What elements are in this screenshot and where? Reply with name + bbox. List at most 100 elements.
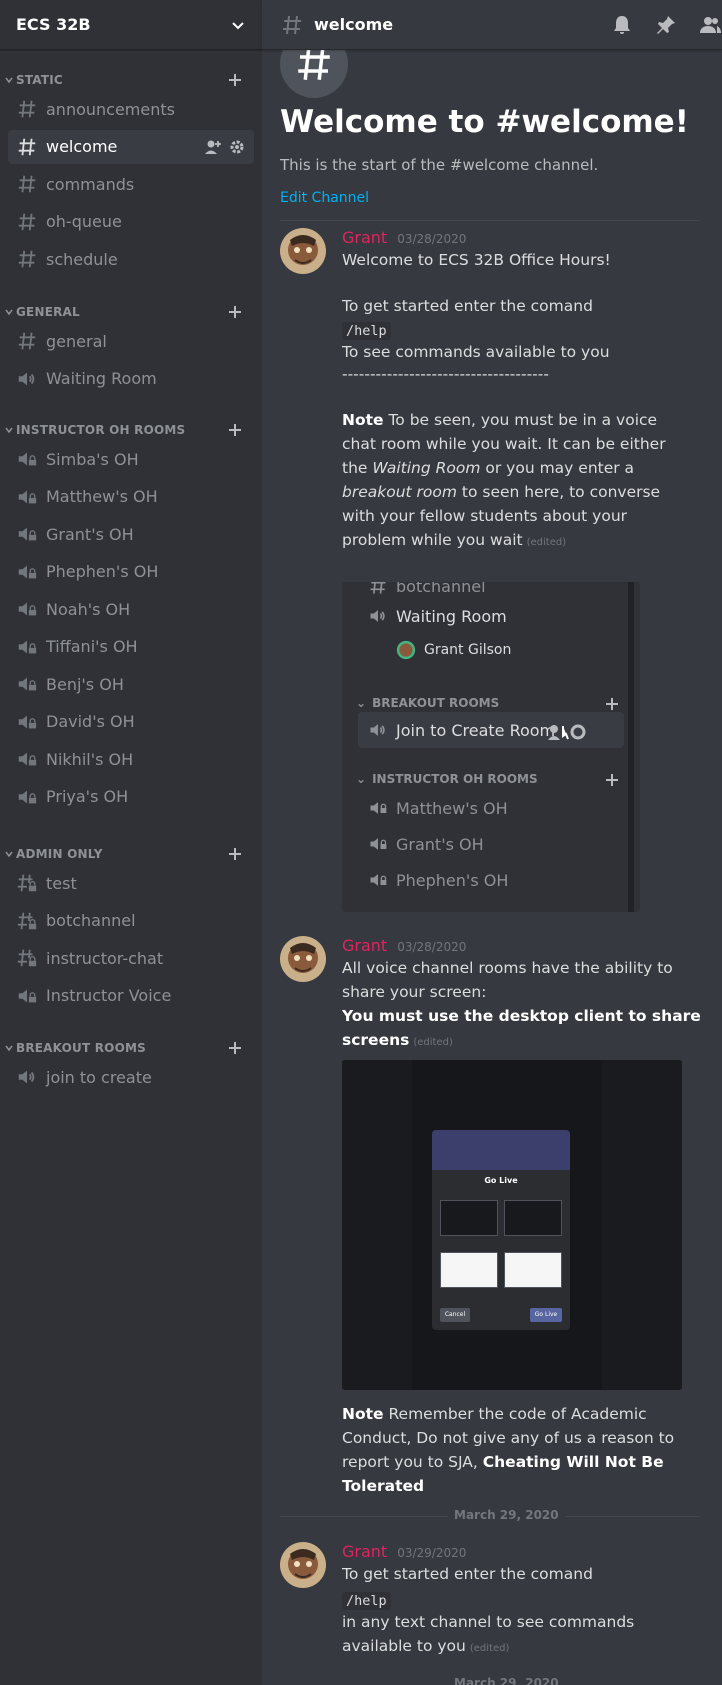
member-list-icon[interactable] [698, 13, 722, 37]
sidebar-channel-test[interactable]: test [8, 866, 254, 900]
plus-icon[interactable] [226, 1039, 244, 1057]
category-admin-only[interactable]: ADMIN ONLY [0, 844, 262, 864]
edit-channel-link[interactable]: Edit Channel [280, 190, 369, 206]
message-author[interactable]: Grant [342, 228, 387, 247]
message-text: Tolerated [342, 1477, 425, 1495]
sidebar-channel-grant-s-oh[interactable]: Grant's OH [8, 517, 254, 551]
plus-icon[interactable] [226, 303, 244, 321]
category-breakout-rooms[interactable]: BREAKOUT ROOMS [0, 1038, 262, 1058]
message-text: Note Remember the code of Academic [342, 1405, 647, 1423]
channel-topbar: welcome [262, 0, 722, 50]
channel-sidebar: ECS 32B STATIC announcements welcome comman… [0, 0, 262, 1685]
avatar[interactable] [280, 1542, 326, 1588]
sidebar-channel-nikhil-s-oh[interactable]: Nikhil's OH [8, 742, 254, 776]
message-author[interactable]: Grant [342, 936, 387, 955]
code-inline: /help [342, 1592, 391, 1610]
add-member-icon[interactable] [204, 138, 222, 156]
stream-thumbnail [504, 1252, 562, 1288]
sidebar-channel-tiffani-s-oh[interactable]: Tiffani's OH [8, 630, 254, 664]
plus-icon[interactable] [226, 421, 244, 439]
sidebar-channel-join-to-create[interactable]: join to create [8, 1060, 254, 1094]
hash-icon [18, 175, 36, 193]
locked-hash-icon [17, 874, 37, 892]
speaker-icon [370, 724, 385, 736]
avatar[interactable] [280, 936, 326, 982]
category-label: STATIC [16, 73, 63, 87]
chevron-down-icon[interactable] [4, 1043, 14, 1053]
speaker-icon [18, 1070, 35, 1084]
chevron-down-icon[interactable] [4, 307, 14, 317]
sidebar-channel-announcements[interactable]: announcements [8, 92, 254, 126]
message-text: in any text channel to see commands [342, 1613, 635, 1631]
stream-thumbnail [440, 1200, 498, 1236]
sidebar-channel-general[interactable]: general [8, 324, 254, 358]
gear-icon[interactable] [228, 138, 246, 156]
sidebar-channel-phephen-s-oh[interactable]: Phephen's OH [8, 555, 254, 589]
image-attachment[interactable]: Go Live Cancel Go Live [342, 1060, 682, 1390]
go-live-banner [432, 1130, 570, 1170]
sidebar-channel-priya-s-oh[interactable]: Priya's OH [8, 780, 254, 814]
edited-tag: (edited) [469, 1643, 510, 1654]
channel-label: Phephen's OH [46, 562, 159, 581]
sidebar-channel-oh-queue[interactable]: oh-queue [8, 205, 254, 239]
category-static[interactable]: STATIC [0, 70, 262, 90]
message-text: Welcome to ECS 32B Office Hours! [342, 251, 611, 269]
date-divider-label: March 29, 2020 [448, 1676, 565, 1685]
channel-label: schedule [46, 249, 118, 269]
sidebar-channel-welcome[interactable]: welcome [8, 129, 254, 164]
sidebar-channel-matthew-s-oh[interactable]: Matthew's OH [8, 480, 254, 514]
chevron-down-icon[interactable] [230, 17, 246, 33]
sidebar-channel-schedule[interactable]: schedule [8, 242, 254, 276]
channel-label: Simba's OH [46, 449, 139, 469]
channel-label: Noah's OH [46, 599, 131, 619]
message-text: Conduct, Do not give any of us a reason … [342, 1429, 675, 1447]
category-instructor-oh-rooms[interactable]: INSTRUCTOR OH ROOMS [0, 420, 262, 440]
sidebar-channel-instructor-voice[interactable]: Instructor Voice [8, 979, 254, 1013]
message-timestamp: 03/29/2020 [397, 1546, 467, 1560]
category-general[interactable]: GENERAL [0, 302, 262, 322]
server-header[interactable]: ECS 32B [0, 0, 262, 50]
chevron-down-icon[interactable] [4, 425, 14, 435]
locked-speaker-icon [18, 565, 37, 578]
message-author[interactable]: Grant [342, 1542, 387, 1561]
sidebar-channel-instructor-chat[interactable]: instructor-chat [8, 941, 254, 975]
sidebar-channel-botchannel[interactable]: botchannel [8, 904, 254, 938]
welcome-subtitle: This is the start of the #welcome channe… [280, 156, 599, 174]
message-text: Note To be seen, you must be in a voice [342, 411, 658, 429]
message-timestamp: 03/28/2020 [397, 940, 467, 954]
channel-label: welcome [46, 137, 118, 156]
welcome-title: Welcome to #welcome! [280, 104, 689, 140]
channel-label: oh-queue [46, 212, 122, 231]
plus-icon[interactable] [226, 845, 244, 863]
bell-icon[interactable] [610, 13, 634, 37]
pin-icon[interactable] [654, 13, 678, 37]
sidebar-channel-david-s-oh[interactable]: David's OH [8, 705, 254, 739]
locked-speaker-icon [18, 989, 37, 1002]
embed-channel: Grant's OH [368, 834, 484, 854]
chevron-down-icon[interactable] [4, 849, 14, 859]
stream-thumbnail [504, 1200, 562, 1236]
sidebar-channel-waiting-room[interactable]: Waiting Room [8, 362, 254, 396]
sidebar-channel-commands[interactable]: commands [8, 167, 254, 201]
avatar [396, 640, 416, 660]
sidebar-channel-benj-s-oh[interactable]: Benj's OH [8, 667, 254, 701]
code-inline: /help [342, 322, 391, 340]
message-text: To get started enter the comand [342, 297, 593, 315]
channel-tools-icon [548, 724, 586, 740]
embed-channel: botchannel [368, 582, 486, 596]
locked-speaker-icon [18, 752, 37, 766]
message-timestamp: 03/28/2020 [397, 232, 467, 246]
sidebar-channel-simba-s-oh[interactable]: Simba's OH [8, 442, 254, 476]
avatar[interactable] [280, 228, 326, 274]
image-attachment[interactable]: botchannel Waiting Room Grant Gilson ⌄ BR… [342, 582, 640, 912]
message-text: share your screen: [342, 983, 487, 1001]
locked-speaker-icon [18, 490, 37, 503]
plus-icon [606, 698, 618, 710]
plus-icon[interactable] [226, 71, 244, 89]
sidebar-channel-noah-s-oh[interactable]: Noah's OH [8, 592, 254, 626]
hash-icon [370, 582, 386, 594]
cancel-button: Cancel [440, 1308, 470, 1322]
speaker-icon [18, 372, 35, 385]
chevron-down-icon[interactable] [4, 75, 14, 85]
locked-speaker-icon [18, 677, 37, 691]
